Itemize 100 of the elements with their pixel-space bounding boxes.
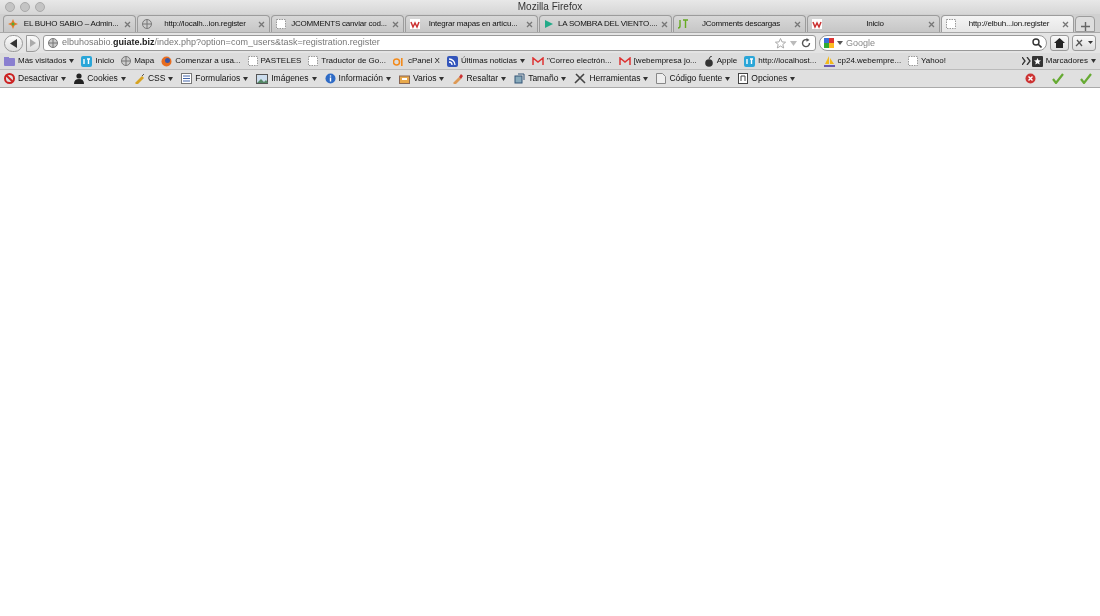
- toolbar-menu-button[interactable]: Imágenes: [256, 72, 317, 85]
- back-button[interactable]: [4, 34, 23, 52]
- letters-logo-icon: [678, 19, 688, 29]
- toolbar-menu-button[interactable]: Código fuente: [656, 72, 731, 85]
- pen-icon: [452, 73, 464, 84]
- page-icon: [276, 19, 286, 29]
- caret-icon: [311, 76, 317, 81]
- toolbar-menu-button[interactable]: Formularios: [181, 72, 249, 85]
- search-field[interactable]: Google: [819, 35, 1047, 51]
- pencil-icon: [133, 73, 145, 84]
- image-icon: [256, 73, 269, 84]
- home-button[interactable]: [1050, 35, 1069, 51]
- close-icon[interactable]: [258, 20, 265, 28]
- bookmark-link[interactable]: Mapa: [121, 55, 155, 67]
- bookmark-link[interactable]: Últimas noticias: [446, 55, 525, 67]
- toolbar-menu-button[interactable]: CSS: [133, 72, 174, 85]
- browser-tab[interactable]: Inicio: [807, 15, 940, 32]
- toolbar-menu-button[interactable]: Resaltar: [452, 72, 507, 85]
- bookmark-link[interactable]: cp24.webempre...: [823, 55, 902, 67]
- bookmark-link[interactable]: http://localhost...: [744, 55, 817, 67]
- minimize-light[interactable]: [20, 2, 30, 12]
- url-text: elbuhosabio.guiate.biz/index.php?option=com_users&task=registration.register: [62, 36, 381, 50]
- extension-button[interactable]: [1072, 35, 1096, 51]
- toolbar-menu-button[interactable]: Cookies: [74, 72, 126, 85]
- prohibited-icon: [4, 73, 15, 84]
- bookmark-link[interactable]: cPanel X: [392, 55, 440, 67]
- close-icon[interactable]: [794, 20, 801, 28]
- star-icon: [775, 37, 786, 49]
- toolbar-menu-button[interactable]: Información: [324, 72, 391, 85]
- error-icon: [1025, 73, 1036, 84]
- window-title: Mozilla Firefox: [517, 0, 583, 14]
- caret-icon: [790, 76, 796, 81]
- options-icon: [738, 73, 749, 84]
- close-icon[interactable]: [928, 20, 935, 28]
- bookmark-link[interactable]: Más visitados: [4, 55, 75, 67]
- bookmark-link[interactable]: Apple: [703, 55, 738, 67]
- caret-icon: [61, 76, 67, 81]
- plus-icon: [1080, 21, 1090, 31]
- multicolor-logo-icon: [824, 38, 834, 48]
- close-light[interactable]: [5, 2, 15, 12]
- browser-tab[interactable]: http://elbuh...ion.register: [941, 15, 1074, 32]
- search-icon: [1032, 38, 1042, 48]
- caret-icon: [120, 76, 126, 81]
- browser-tab[interactable]: LA SOMBRA DEL VIENTO....: [539, 15, 672, 32]
- letters-logo-icon: [81, 55, 93, 67]
- caret-icon: [501, 76, 507, 81]
- page-icon: [946, 19, 956, 29]
- bookmark-link[interactable]: PASTELES: [247, 55, 302, 67]
- toolbar-menu-button[interactable]: Tamaño: [514, 72, 567, 85]
- bookmark-link[interactable]: Yahoo!: [908, 55, 946, 67]
- person-icon: [74, 73, 85, 84]
- browser-tab[interactable]: EL BUHO SABIO – Admin...: [3, 15, 136, 32]
- bookmark-link[interactable]: [webempresa jo...: [618, 55, 697, 67]
- caret-icon: [439, 76, 445, 81]
- mail-icon: [532, 56, 544, 66]
- toolbar-menu-button[interactable]: Herramientas: [574, 72, 649, 85]
- letter-logo-icon: [812, 19, 822, 29]
- letters-logo-icon: [392, 56, 405, 66]
- dropdown-arrow-icon: [790, 40, 797, 46]
- bookmark-link[interactable]: "Correo electrón...: [532, 55, 612, 67]
- form-icon: [181, 73, 193, 84]
- letter-logo-icon: [410, 19, 420, 29]
- close-icon[interactable]: [661, 20, 669, 28]
- caret-icon: [561, 76, 567, 81]
- info-icon: [324, 73, 336, 84]
- caret-icon: [69, 59, 75, 63]
- toolbar-menu-button[interactable]: Varios: [399, 72, 445, 85]
- browser-tab[interactable]: http://localh...ion.register: [137, 15, 270, 32]
- fox-globe-icon: [161, 55, 173, 67]
- bookmark-link[interactable]: Comenzar a usa...: [161, 55, 241, 67]
- close-icon[interactable]: [526, 20, 533, 28]
- mail-icon: [618, 56, 631, 66]
- letters-logo-icon: [744, 55, 756, 67]
- new-tab-button[interactable]: [1075, 16, 1095, 32]
- toolbar-menu-button[interactable]: Desactivar: [4, 72, 67, 85]
- toolbar-menu-button[interactable]: Opciones: [738, 72, 796, 85]
- chevron-icon: [1021, 57, 1031, 65]
- close-icon[interactable]: [392, 20, 399, 28]
- home-icon: [1054, 38, 1065, 48]
- check-icon: [1080, 73, 1092, 84]
- play-icon: [544, 19, 554, 29]
- browser-tab[interactable]: JComments descargas: [673, 15, 806, 32]
- document-icon: [656, 73, 667, 84]
- address-bar[interactable]: elbuhosabio.guiate.biz/index.php?option=com_users&task=registration.register: [43, 35, 816, 51]
- page-icon: [908, 56, 919, 66]
- browser-tab[interactable]: JCOMMENTS canviar cod...: [271, 15, 404, 32]
- bookmark-link[interactable]: Traductor de Go...: [308, 55, 386, 67]
- resize-icon: [514, 73, 526, 84]
- browser-tab[interactable]: Integrar mapas en artícu...: [405, 15, 538, 32]
- bookmark-link[interactable]: Inicio: [81, 55, 115, 67]
- bookmarks-menu-button[interactable]: Marcadores: [1031, 55, 1096, 67]
- caret-icon: [725, 76, 731, 81]
- star-logo-icon: [8, 19, 18, 29]
- star-box-icon: [1031, 55, 1043, 67]
- caret-icon: [168, 76, 174, 81]
- close-icon[interactable]: [1062, 20, 1069, 28]
- apple-icon: [703, 55, 714, 67]
- caret-icon: [243, 76, 249, 81]
- close-icon[interactable]: [124, 20, 131, 28]
- zoom-light[interactable]: [35, 2, 45, 12]
